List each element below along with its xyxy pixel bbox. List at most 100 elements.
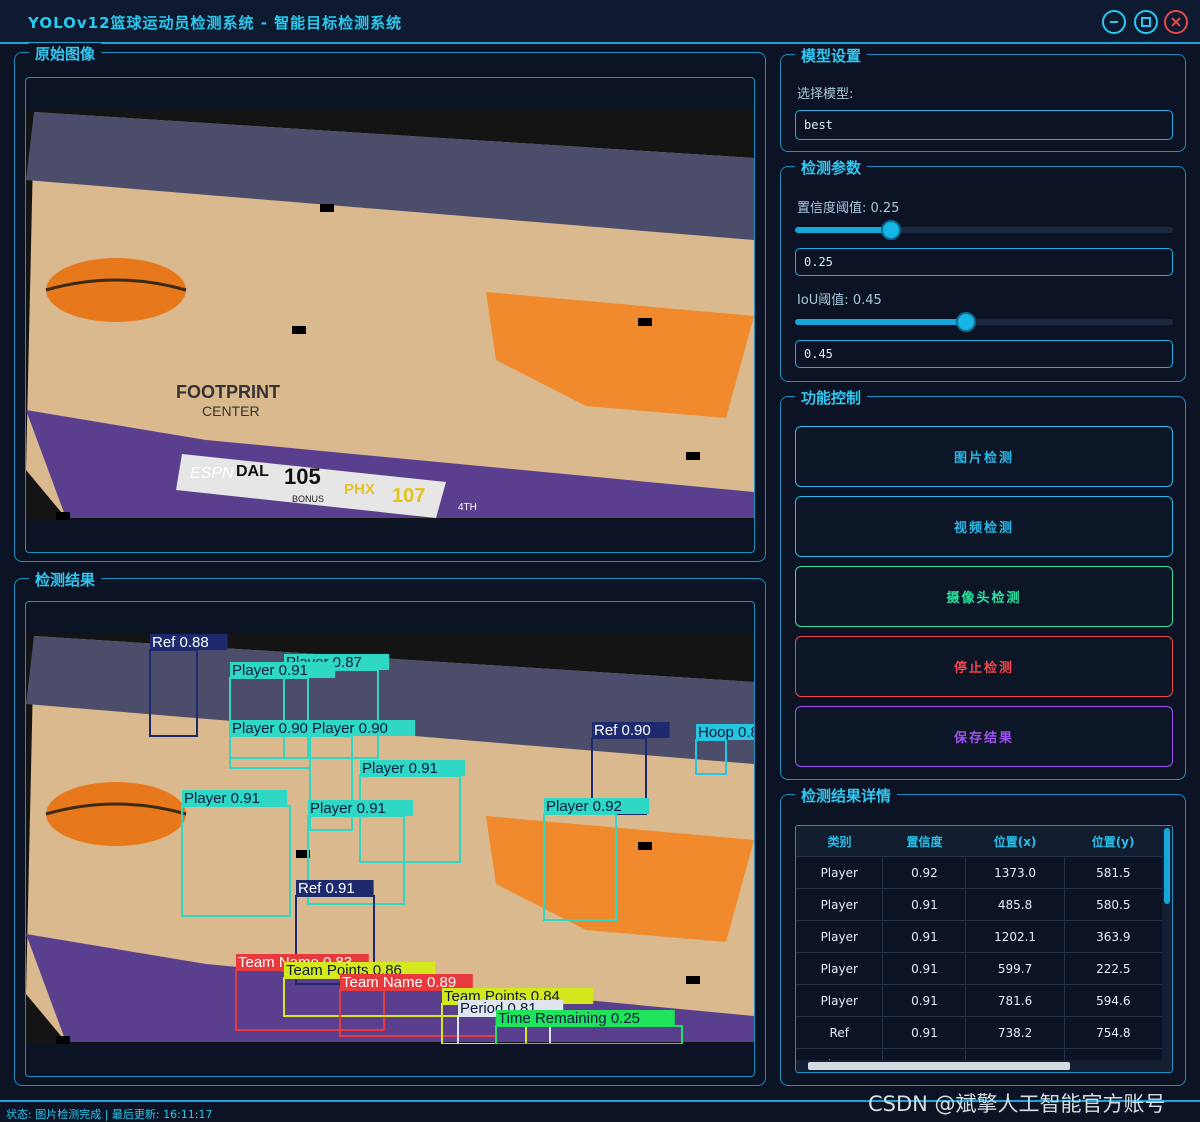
detection-label: Player 0.92 bbox=[546, 798, 622, 815]
detection-label: Time Remaining 0.25 bbox=[498, 1010, 640, 1027]
table-cell: Player bbox=[796, 888, 884, 921]
table-cell: 222.5 bbox=[1064, 952, 1162, 985]
save-result-button[interactable]: 保存结果 bbox=[795, 706, 1173, 767]
table-cell: 1202.1 bbox=[965, 920, 1065, 953]
detection-details-panel: 检测结果详情 类别 置信度 位置(x) 位置(y) Player 0.92 1373.0 5… bbox=[780, 785, 1186, 1086]
table-cell: Player bbox=[796, 1048, 884, 1060]
table-cell: 1373.0 bbox=[965, 856, 1065, 889]
table-cell: Player bbox=[796, 984, 884, 1017]
result-image-title: 检测结果 bbox=[29, 569, 102, 590]
status-text: 状态: 图片检测完成 | 最后更新: 16:11:17 bbox=[6, 1108, 213, 1121]
table-cell: 0.90 bbox=[882, 1048, 967, 1060]
model-select[interactable]: best bbox=[795, 110, 1173, 140]
iou-slider-handle[interactable] bbox=[956, 312, 977, 332]
vertical-scrollbar-thumb[interactable] bbox=[1164, 828, 1170, 904]
original-image-frame: FOOTPRINT CENTER ESPN DAL 105 PHX 107 BO… bbox=[25, 77, 755, 553]
close-icon bbox=[1171, 17, 1181, 27]
original-image-title: 原始图像 bbox=[29, 43, 102, 64]
detection-label: Hoop 0.85 bbox=[698, 724, 754, 741]
table-cell: 0.91 bbox=[882, 920, 967, 953]
scoreboard-bonus: BONUS bbox=[292, 494, 324, 504]
iou-label: IoU阈值: 0.45 bbox=[797, 293, 882, 308]
table-cell: 580.5 bbox=[1064, 888, 1162, 921]
table-cell: 384.9 bbox=[1064, 1048, 1162, 1060]
table-row[interactable]: Player 0.91 599.7 222.5 bbox=[796, 952, 1162, 985]
table-cell: 594.6 bbox=[1064, 984, 1162, 1017]
detection-label: Player 0.91 bbox=[362, 760, 438, 777]
table-header-cell[interactable]: 置信度 bbox=[882, 826, 966, 857]
confidence-input[interactable]: 0.25 bbox=[795, 248, 1173, 276]
detection-label: Team Name 0.89 bbox=[342, 974, 456, 991]
minimize-button[interactable] bbox=[1102, 10, 1126, 34]
basketball-court-image: FOOTPRINT CENTER ESPN DAL 105 PHX 107 BO… bbox=[26, 110, 754, 520]
table-row[interactable]: Player 0.91 781.6 594.6 bbox=[796, 984, 1162, 1017]
close-button[interactable] bbox=[1164, 10, 1188, 34]
table-cell: 0.91 bbox=[882, 888, 967, 921]
table-row[interactable]: Player 0.92 1373.0 581.5 bbox=[796, 856, 1162, 889]
watermark-text: CSDN @斌擎人工智能官方账号 bbox=[868, 1092, 1166, 1116]
table-cell: 0.91 bbox=[882, 1016, 967, 1049]
model-select-label: 选择模型: bbox=[797, 87, 854, 102]
result-image: Ref 0.88Player 0.87Player 0.91Player 0.9… bbox=[26, 634, 754, 1044]
results-table: 类别 置信度 位置(x) 位置(y) Player 0.92 1373.0 581.5 Pla… bbox=[796, 826, 1162, 1060]
detection-label: Player 0.91 bbox=[310, 800, 386, 817]
scoreboard-home-score: 107 bbox=[392, 485, 425, 507]
result-image-panel: 检测结果 Ref 0.88Player 0.87Player 0.91Playe… bbox=[14, 569, 766, 1086]
maximize-icon bbox=[1141, 17, 1151, 27]
table-header-cell[interactable]: 类别 bbox=[796, 826, 883, 857]
iou-input[interactable]: 0.45 bbox=[795, 340, 1173, 368]
horizontal-scrollbar[interactable] bbox=[796, 1060, 1172, 1072]
table-row[interactable]: Player 0.91 485.8 580.5 bbox=[796, 888, 1162, 921]
table-cell: Player bbox=[796, 952, 884, 985]
results-table-header: 类别 置信度 位置(x) 位置(y) bbox=[796, 826, 1162, 857]
table-header-cell[interactable]: 位置(y) bbox=[1064, 826, 1162, 857]
table-row[interactable]: Player0.90603.2384.9 bbox=[796, 1048, 1162, 1060]
table-cell: 599.7 bbox=[965, 952, 1065, 985]
function-control-panel: 功能控制 图片检测 视频检测 摄像头检测 停止检测 保存结果 bbox=[780, 387, 1186, 780]
detection-label: Ref 0.91 bbox=[298, 880, 355, 897]
function-control-title: 功能控制 bbox=[795, 387, 868, 408]
table-cell: Ref bbox=[796, 1016, 884, 1049]
scoreboard-period: 4TH bbox=[458, 502, 477, 513]
table-cell: 0.91 bbox=[882, 952, 967, 985]
scoreboard-away-score: 105 bbox=[284, 464, 321, 489]
image-detect-button[interactable]: 图片检测 bbox=[795, 426, 1173, 487]
table-row[interactable]: Ref 0.91 738.2 754.8 bbox=[796, 1016, 1162, 1049]
original-image-panel: 原始图像 FOOTPRINT CENTER ESPN DAL 105 PHX 1… bbox=[14, 43, 766, 562]
detection-label: Ref 0.90 bbox=[594, 722, 651, 739]
court-text-2: CENTER bbox=[202, 403, 260, 419]
scoreboard-away-team: DAL bbox=[236, 463, 269, 480]
scoreboard-home-team: PHX bbox=[344, 481, 375, 498]
video-detect-button[interactable]: 视频检测 bbox=[795, 496, 1173, 557]
model-settings-panel: 模型设置 选择模型: best bbox=[780, 45, 1186, 152]
confidence-label: 置信度阈值: 0.25 bbox=[797, 201, 900, 216]
results-table-container: 类别 置信度 位置(x) 位置(y) Player 0.92 1373.0 581.5 Pla… bbox=[795, 825, 1173, 1073]
table-row[interactable]: Player 0.91 1202.1 363.9 bbox=[796, 920, 1162, 953]
iou-slider-fill bbox=[795, 319, 966, 325]
result-image-frame: Ref 0.88Player 0.87Player 0.91Player 0.9… bbox=[25, 601, 755, 1077]
table-cell: 363.9 bbox=[1064, 920, 1162, 953]
confidence-slider-handle[interactable] bbox=[880, 220, 901, 240]
scoreboard-network: ESPN bbox=[190, 465, 234, 482]
detection-result-image: Ref 0.88Player 0.87Player 0.91Player 0.9… bbox=[26, 634, 754, 1044]
stop-detect-button[interactable]: 停止检测 bbox=[795, 636, 1173, 697]
table-header-cell[interactable]: 位置(x) bbox=[965, 826, 1065, 857]
confidence-slider-fill bbox=[795, 227, 890, 233]
vertical-scrollbar[interactable] bbox=[1162, 826, 1172, 1060]
original-image: FOOTPRINT CENTER ESPN DAL 105 PHX 107 BO… bbox=[26, 110, 754, 520]
detection-details-title: 检测结果详情 bbox=[795, 785, 898, 806]
camera-detect-button[interactable]: 摄像头检测 bbox=[795, 566, 1173, 627]
confidence-slider[interactable] bbox=[795, 220, 1173, 240]
table-cell: 0.92 bbox=[882, 856, 967, 889]
model-settings-title: 模型设置 bbox=[795, 45, 868, 66]
iou-slider[interactable] bbox=[795, 312, 1173, 332]
results-table-viewport: 类别 置信度 位置(x) 位置(y) Player 0.92 1373.0 581.5 Pla… bbox=[796, 826, 1162, 1060]
horizontal-scrollbar-thumb[interactable] bbox=[808, 1062, 1070, 1070]
maximize-button[interactable] bbox=[1134, 10, 1158, 34]
detection-label: Player 0.91 bbox=[184, 790, 260, 807]
table-cell: 0.91 bbox=[882, 984, 967, 1017]
table-cell: 781.6 bbox=[965, 984, 1065, 1017]
minimize-icon bbox=[1110, 21, 1118, 23]
detection-params-title: 检测参数 bbox=[795, 157, 868, 178]
detection-label: Ref 0.88 bbox=[152, 634, 209, 651]
